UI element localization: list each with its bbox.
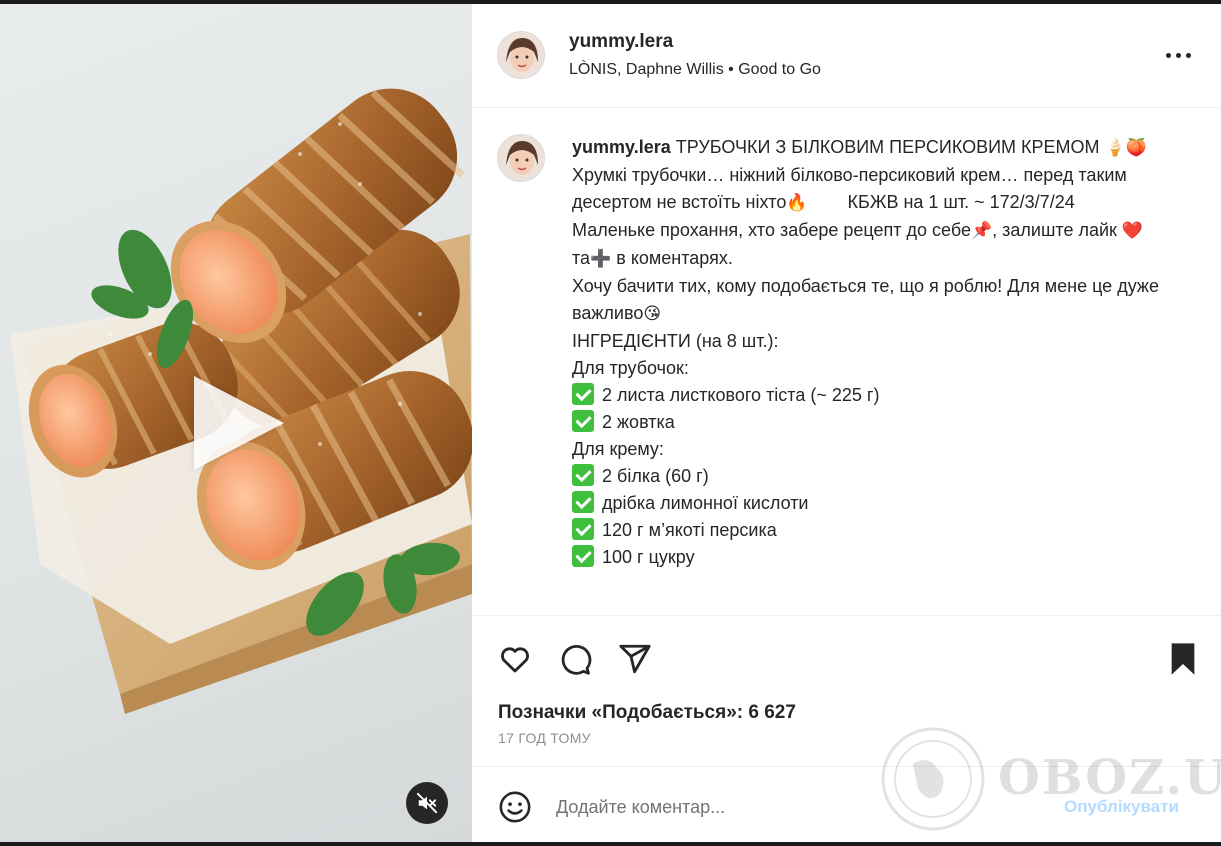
post-panel: yummy.lera LÒNIS, Daphne Willis • Good t… [472,4,1221,842]
list-item: 2 білка (60 г) [572,463,1172,490]
caption-username[interactable]: yummy.lera [572,137,671,157]
check-icon [572,518,594,540]
emoji-icon[interactable] [497,789,533,825]
list-item: 120 г м’якоті персика [572,517,1172,544]
avatar-image [498,32,544,78]
check-icon [572,383,594,405]
username-link[interactable]: yummy.lera [569,31,673,53]
fire-emoji: 🔥 [786,193,808,213]
check-icon [572,545,594,567]
cream-title: Для крему: [572,439,664,459]
title-emoji: 🍦🍑 [1104,138,1147,158]
heart-icon[interactable] [496,640,534,678]
caption-paragraph-2d: в коментарях. [616,248,733,268]
ingredients-title: ІНГРЕДІЄНТИ (на 8 шт.): [572,331,779,351]
bookmark-icon[interactable] [1164,640,1202,678]
muted-speaker-icon [416,792,438,814]
post-actions: Позначки «Подобається»: 6 627 17 ГОД ТОМ… [472,615,1221,765]
recipe-title: ТРУБОЧКИ З БІЛКОВИМ ПЕРСИКОВИМ КРЕМОМ [675,137,1100,157]
mute-button[interactable] [406,782,448,824]
tubes-title: Для трубочок: [572,358,689,378]
more-options-icon[interactable] [1166,50,1196,60]
avatar[interactable] [497,31,545,79]
share-icon[interactable] [616,640,654,678]
caption-paragraph-2a: Маленьке прохання, хто забере рецепт до … [572,220,971,240]
comment-input[interactable] [556,793,1036,821]
play-icon[interactable] [194,376,284,470]
list-item: 100 г цукру [572,544,1172,571]
post-header: yummy.lera LÒNIS, Daphne Willis • Good t… [472,4,1221,108]
caption-text: yummy.lera ТРУБОЧКИ З БІЛКОВИМ ПЕРСИКОВИ… [572,134,1172,571]
list-item: 2 жовтка [572,409,1172,436]
heart-emoji: ❤️ [1121,221,1144,241]
check-icon [572,464,594,486]
publish-button[interactable]: Опублікувати [1064,797,1179,817]
nutrition-info: КБЖВ на 1 шт. ~ 172/3/7/24 [847,192,1075,212]
caption-area: yummy.lera ТРУБОЧКИ З БІЛКОВИМ ПЕРСИКОВИ… [472,109,1221,615]
comment-box: Опублікувати [472,766,1221,842]
kiss-emoji: 😘 [643,304,662,324]
caption-avatar[interactable] [497,134,545,182]
list-item: дрібка лимонної кислоти [572,490,1172,517]
plus-emoji: ➕ [590,249,612,269]
post-video[interactable] [0,4,472,842]
avatar-image [498,135,544,181]
audio-link[interactable]: LÒNIS, Daphne Willis • Good to Go [569,61,821,79]
pin-emoji: 📌 [970,221,993,241]
caption-paragraph-2b: , залиште лайк [992,220,1117,240]
post-time[interactable]: 17 ГОД ТОМУ [498,730,591,746]
check-icon [572,491,594,513]
check-icon [572,410,594,432]
list-item: 2 листа листкового тіста (~ 225 г) [572,382,1172,409]
comment-icon[interactable] [556,640,594,678]
caption-paragraph-2c: та [572,248,591,268]
likes-count[interactable]: Позначки «Подобається»: 6 627 [498,702,796,724]
